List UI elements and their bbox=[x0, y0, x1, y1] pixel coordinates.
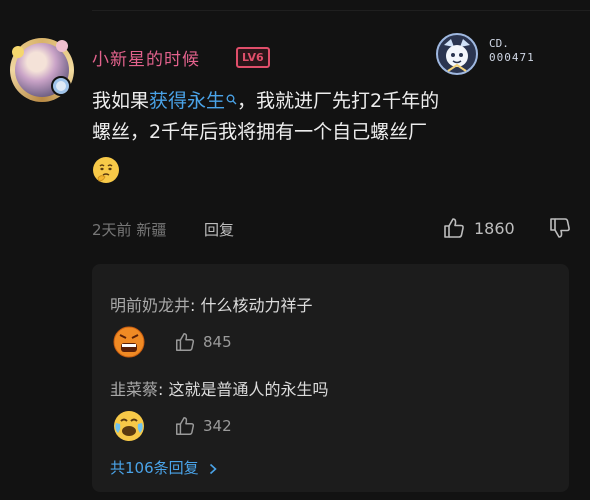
reply-like-button[interactable]: 342 bbox=[174, 415, 232, 437]
like-button[interactable]: 1860 bbox=[442, 216, 515, 240]
thumb-up-icon bbox=[176, 333, 195, 351]
comment-text-part: 我如果 bbox=[92, 90, 150, 112]
medal-number: 000471 bbox=[489, 51, 535, 64]
thinking-emoji-icon bbox=[93, 156, 119, 183]
dislike-button[interactable] bbox=[548, 216, 572, 244]
medal-label: CD. bbox=[489, 37, 509, 50]
more-replies-link[interactable]: 共106条回复 bbox=[110, 457, 219, 478]
reply-like-count: 342 bbox=[203, 417, 232, 435]
thumb-up-icon bbox=[444, 218, 464, 238]
reply-item[interactable]: 韭菜蔡: 这就是普通人的永生吗 bbox=[110, 376, 329, 400]
comment-text-part: 螺丝，2千年后我将拥有一个自己螺丝厂 bbox=[92, 121, 428, 143]
thumb-down-icon bbox=[550, 218, 570, 238]
thumb-up-icon bbox=[176, 417, 195, 435]
reply-text: 什么核动力祥子 bbox=[200, 296, 313, 315]
like-count: 1860 bbox=[474, 218, 515, 238]
more-replies-label: 共106条回复 bbox=[110, 459, 199, 477]
crying-laughing-emoji-icon bbox=[114, 411, 144, 441]
fan-medal-icon[interactable] bbox=[434, 31, 480, 77]
comment-time: 2天前 bbox=[92, 221, 132, 239]
flower-decoration-icon bbox=[56, 40, 68, 52]
comment-text: 我如果获得永生 ，我就进厂先打2千年的 螺丝，2千年后我将拥有一个自己螺丝厂 bbox=[92, 86, 572, 183]
reply-text: 这就是普通人的永生吗 bbox=[168, 380, 329, 399]
reply-separator: : bbox=[190, 296, 201, 315]
comment-text-part: ，我就进厂先打2千年的 bbox=[237, 90, 440, 112]
search-icon[interactable] bbox=[226, 86, 237, 117]
reply-item[interactable]: 明前奶龙井: 什么核动力祥子 bbox=[110, 292, 313, 316]
chevron-right-icon bbox=[210, 463, 218, 474]
level-badge: LV6 bbox=[236, 47, 270, 68]
comment-location: 新疆 bbox=[136, 221, 167, 239]
reply-like-count: 845 bbox=[203, 333, 232, 351]
reply-button[interactable]: 回复 bbox=[204, 219, 234, 240]
avatar[interactable] bbox=[10, 38, 74, 102]
comment-meta: 2天前 新疆 bbox=[92, 219, 166, 240]
search-keyword-link[interactable]: 获得永生 bbox=[149, 90, 225, 112]
reply-separator: : bbox=[158, 380, 169, 399]
divider bbox=[92, 10, 590, 11]
reply-author[interactable]: 韭菜蔡 bbox=[110, 380, 158, 399]
username[interactable]: 小新星的时候 bbox=[92, 45, 200, 70]
reply-author[interactable]: 明前奶龙井 bbox=[110, 296, 190, 315]
angry-emoji-icon bbox=[113, 326, 145, 358]
flower-decoration-icon bbox=[12, 46, 24, 58]
verified-badge-icon bbox=[51, 76, 71, 96]
reply-like-button[interactable]: 845 bbox=[174, 331, 232, 353]
